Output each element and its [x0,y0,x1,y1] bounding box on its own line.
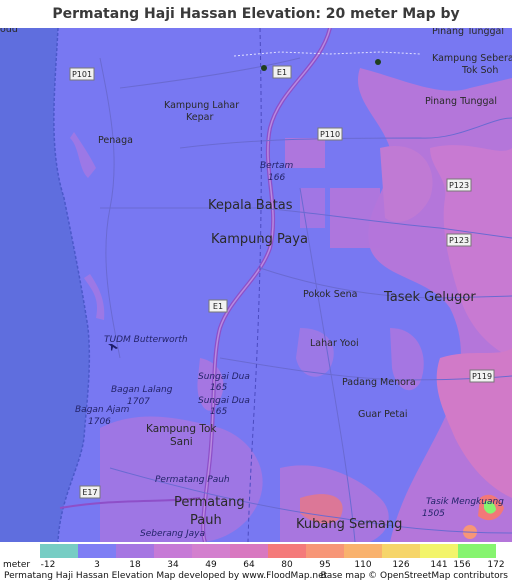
legend-value: 110 [354,560,372,570]
plantation-block [330,188,380,248]
svg-text:P119: P119 [472,372,492,381]
road-shield-e17: E17 [79,485,101,499]
svg-text:P110: P110 [320,130,340,139]
label-bagan-ajam-elev: 1706 [88,417,111,427]
elevation-legend: meter -12 3 18 34 49 64 80 95 110 126 14… [0,542,512,582]
label-seberang-jaya: Seberang Jaya [140,529,205,539]
place-tok-soh: Tok Soh [461,65,498,76]
road-shield-p123-a: P123 [446,178,472,192]
place-guar-petai: Guar Petai [358,409,408,420]
label-sungai-dua-2-elev: 165 [210,407,227,417]
legend-swatch [420,544,458,558]
legend-value: -12 [40,560,56,570]
road-shield-e1-north: E1 [272,65,292,79]
legend-value: 64 [243,560,255,570]
legend-value: 172 [487,560,505,570]
place-kepar: Kepar [186,112,213,123]
legend-swatch [40,544,78,558]
svg-text:E17: E17 [82,488,97,497]
legend-value: 49 [205,560,217,570]
legend-value: 18 [129,560,141,570]
label-sungai-dua-2: Sungai Dua [198,396,250,406]
svg-text:E1: E1 [277,68,287,77]
label-tudm: TUDM Butterworth [104,335,188,345]
label-bagan-lalang-elev: 1707 [127,397,150,407]
place-permatang: Permatang [174,495,245,510]
legend-value: 3 [94,560,100,570]
road-shield-e1-south: E1 [208,299,228,313]
label-bagan-ajam: Bagan Ajam [75,405,130,415]
legend-swatch [78,544,116,558]
svg-text:E1: E1 [213,302,223,311]
place-kepala-batas: Kepala Batas [208,198,293,213]
map-title: Permatang Haji Hassan Elevation: 20 mete… [52,6,460,50]
place-lahar-yooi: Lahar Yooi [310,338,359,349]
legend-swatch [382,544,420,558]
label-sungai-dua-1: Sungai Dua [198,372,250,382]
place-pokok-sena: Pokok Sena [303,289,357,300]
legend-value: 95 [319,560,331,570]
place-tasek-gelugor: Tasek Gelugor [383,290,476,305]
road-shield-p119: P119 [469,369,495,383]
place-penaga: Penaga [98,135,133,146]
place-kampung-paya: Kampung Paya [211,232,308,247]
footer-attribution[interactable]: Base map © OpenStreetMap contributors [321,571,508,581]
elevation-map[interactable]: P101 E1 P110 P123 P123 E1 P119 E17 oud P… [0,28,512,542]
svg-text:P123: P123 [449,181,469,190]
poi-marker [375,59,381,65]
label-bagan-lalang: Bagan Lalang [111,385,173,395]
legend-swatch [458,544,496,558]
place-sani: Sani [170,436,193,448]
road-shield-p101: P101 [69,67,95,81]
legend-value: 156 [453,560,471,570]
place-pinang-tunggal-top: Pinang Tunggal [432,28,504,37]
place-kampung-seberang: Kampung Seberang [432,53,512,64]
legend-swatch [116,544,154,558]
legend-value: 141 [430,560,448,570]
map-canvas: P101 E1 P110 P123 P123 E1 P119 E17 oud P… [0,28,512,542]
legend-unit: meter [3,560,31,570]
place-pinang-tunggal: Pinang Tunggal [425,96,497,107]
legend-swatch [154,544,192,558]
legend-swatch [268,544,306,558]
poi-marker [261,65,267,71]
legend-value: 80 [281,560,293,570]
legend-value: 34 [167,560,179,570]
legend-swatch [306,544,344,558]
legend-swatch [192,544,230,558]
footer-credit[interactable]: Permatang Haji Hassan Elevation Map deve… [4,571,327,581]
label-sungai-dua-1-elev: 165 [210,383,227,393]
legend-swatch [230,544,268,558]
label-tasik-mengkuang-elev: 1505 [422,509,445,519]
road-shield-p110: P110 [317,127,343,141]
label-permatang-pauh-station: Permatang Pauh [155,475,230,485]
place-kampung-tok: Kampung Tok [146,423,217,435]
place-kampung-lahar: Kampung Lahar [164,100,239,111]
place-padang-menora: Padang Menora [342,377,416,388]
label-tasik-mengkuang: Tasik Mengkuang [426,497,504,507]
svg-text:P123: P123 [449,236,469,245]
road-shield-p123-b: P123 [446,233,472,247]
place-kubang-semang: Kubang Semang [296,517,402,532]
legend-swatch [344,544,382,558]
label-bertam-elev: 166 [268,173,285,183]
edge-label: oud [0,28,18,35]
place-pauh: Pauh [190,513,222,528]
svg-text:P101: P101 [72,70,92,79]
label-bertam: Bertam [260,161,293,171]
legend-value: 126 [392,560,410,570]
